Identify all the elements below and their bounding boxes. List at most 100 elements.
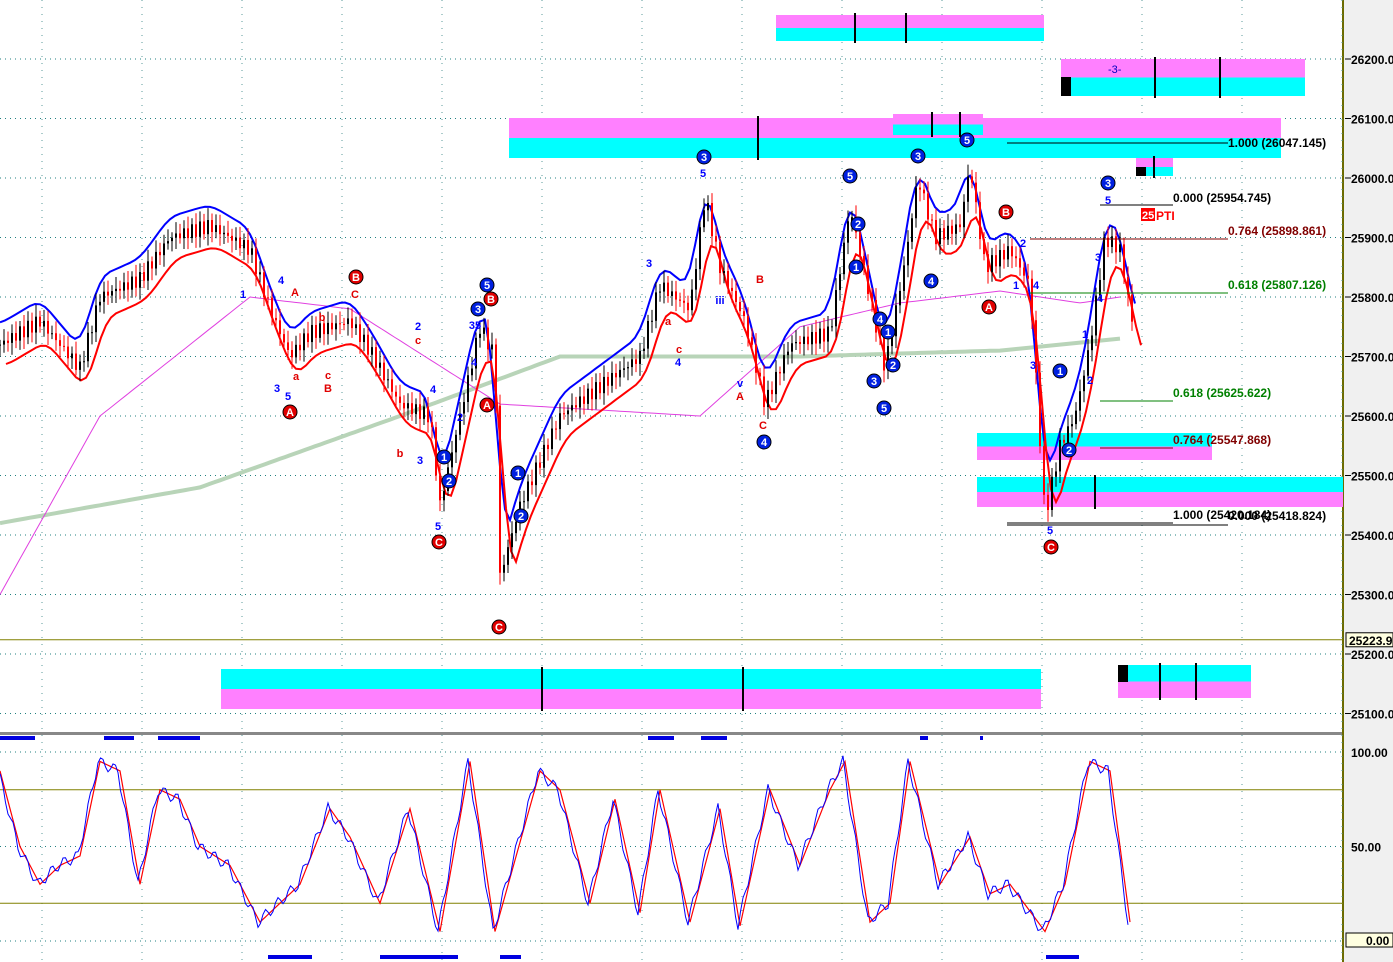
- wave-label: 3: [1095, 252, 1101, 264]
- candle-body: [487, 327, 489, 350]
- cycle-zone-cyan: [509, 138, 1281, 158]
- candle-body: [351, 318, 353, 329]
- candle-body: [503, 564, 505, 573]
- candle-body: [391, 379, 393, 392]
- wave-label: A: [985, 302, 993, 314]
- wave-label: 5: [435, 521, 441, 533]
- candle-body: [675, 291, 677, 300]
- candle-body: [923, 189, 925, 194]
- price-chart[interactable]: 26200.0 26100.0 26000.0 25900.0 25800.0 25700…: [0, 0, 1393, 962]
- wave-label: C: [495, 622, 503, 634]
- candle-body: [603, 376, 605, 394]
- candle-body: [1123, 244, 1125, 278]
- candle-body: [147, 261, 149, 281]
- candle-body: [1027, 275, 1029, 279]
- wave-label: v: [737, 378, 744, 390]
- wave-label: 5: [847, 171, 853, 183]
- wave-label: 1: [515, 468, 521, 480]
- candle-body: [903, 265, 905, 291]
- candle-body: [355, 324, 357, 329]
- wave-label: 5: [1105, 195, 1111, 207]
- candle-body: [1051, 476, 1053, 510]
- signal-marker-top: [0, 736, 35, 740]
- wave-label: 3: [871, 376, 877, 388]
- pti-label: PTI: [1156, 209, 1175, 223]
- candle-body: [587, 388, 589, 404]
- wave-label: b: [397, 448, 404, 460]
- wave-label: 3: [274, 383, 280, 395]
- candle-body: [75, 353, 77, 370]
- candle-body: [939, 228, 941, 245]
- candle-body: [419, 404, 421, 419]
- candle-body: [843, 242, 845, 275]
- wave-label: 5: [700, 168, 706, 180]
- price-tick-label: 25700.0: [1351, 351, 1393, 365]
- candle-body: [143, 272, 145, 281]
- cycle-zone-magenta: [1061, 59, 1305, 78]
- candle-body: [119, 288, 121, 291]
- candle-body: [779, 371, 781, 374]
- candle-body: [183, 228, 185, 239]
- wave-label: iii: [715, 295, 724, 307]
- pti-value: 25: [1142, 210, 1154, 222]
- candle-body: [619, 369, 621, 378]
- candle-body: [763, 376, 765, 408]
- candle-body: [523, 501, 525, 503]
- candle-body: [471, 368, 473, 376]
- candle-body: [1067, 426, 1069, 443]
- candle-body: [807, 336, 809, 345]
- candle-body: [455, 434, 457, 453]
- osc-tick-label: 100.00: [1351, 746, 1388, 760]
- signal-marker-top: [104, 736, 134, 740]
- price-tick-label: 25300.0: [1351, 589, 1393, 603]
- candle-body: [23, 326, 25, 338]
- wave-label: C: [351, 289, 359, 301]
- wave-label: C: [1047, 542, 1055, 554]
- candle-body: [7, 340, 9, 343]
- signal-marker-top: [648, 736, 674, 740]
- price-tick-label: 25200.0: [1351, 648, 1393, 662]
- candle-body: [383, 362, 385, 381]
- candle-body: [567, 410, 569, 415]
- candle-body: [319, 323, 321, 338]
- candle-body: [623, 368, 625, 370]
- candle-body: [1007, 246, 1009, 260]
- candle-body: [927, 193, 929, 220]
- candle-body: [35, 316, 37, 333]
- candle-body: [347, 318, 349, 325]
- candle-body: [175, 233, 177, 238]
- candle-body: [899, 290, 901, 306]
- wave-label: B: [756, 274, 764, 286]
- candle-body: [547, 444, 549, 449]
- candle-body: [407, 403, 409, 409]
- candle-body: [739, 302, 741, 312]
- candle-body: [207, 220, 209, 235]
- candle-body: [691, 289, 693, 311]
- signal-marker-bottom: [380, 955, 458, 959]
- price-tick-label: 25100.0: [1351, 708, 1393, 722]
- candle-body: [839, 274, 841, 291]
- cycle-zone-cyan: [221, 669, 1041, 689]
- candle-body: [483, 327, 485, 334]
- candle-body: [271, 297, 273, 318]
- candle-body: [543, 444, 545, 468]
- candle-body: [63, 345, 65, 347]
- wave-label: 1: [885, 327, 891, 339]
- candle-body: [1131, 294, 1133, 322]
- wave-label: 4: [430, 384, 437, 396]
- candle-body: [995, 255, 997, 267]
- candle-body: [883, 337, 885, 371]
- wave-label: b: [319, 312, 326, 324]
- candle-body: [979, 202, 981, 240]
- price-tick-label: 25600.0: [1351, 410, 1393, 424]
- candle-body: [431, 422, 433, 428]
- candle-body: [439, 475, 441, 501]
- candle-body: [911, 218, 913, 242]
- candle-body: [559, 413, 561, 430]
- wave-label: 4: [877, 314, 884, 326]
- candle-body: [695, 269, 697, 290]
- candle-body: [295, 344, 297, 358]
- candle-body: [663, 282, 665, 292]
- wave-label: c: [415, 335, 421, 347]
- candle-body: [687, 302, 689, 311]
